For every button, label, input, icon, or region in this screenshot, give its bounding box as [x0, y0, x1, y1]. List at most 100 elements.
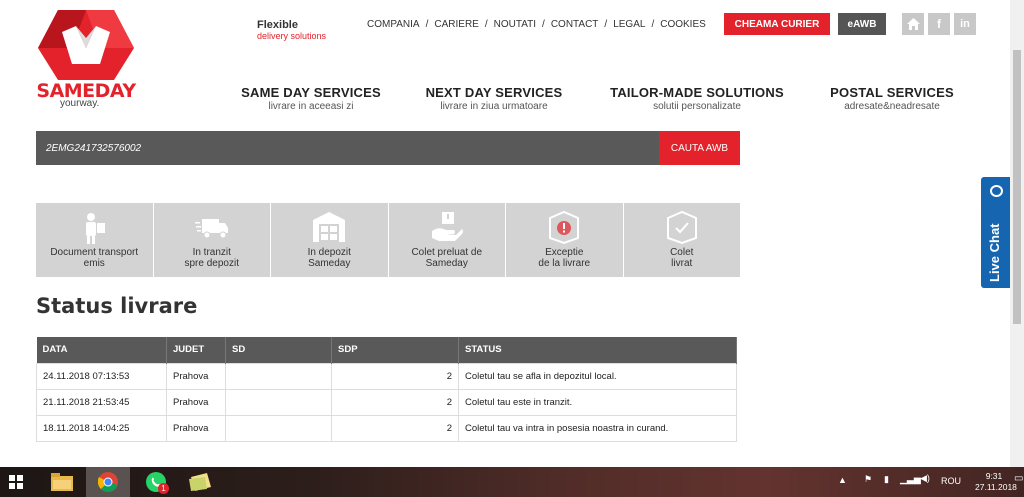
- nav-title: TAILOR-MADE SOLUTIONS: [610, 85, 784, 100]
- box-exception-icon: [549, 210, 580, 245]
- nav-title: POSTAL SERVICES: [830, 85, 954, 100]
- notes-app-icon[interactable]: [182, 467, 218, 497]
- status-title: Status livrare: [36, 294, 198, 318]
- nav-next-day[interactable]: NEXT DAY SERVICES livrare in ziua urmato…: [420, 85, 568, 112]
- nav-title: NEXT DAY SERVICES: [425, 85, 563, 100]
- signal-icon[interactable]: ▁▃▅: [900, 474, 921, 485]
- topnav-cariere[interactable]: CARIERE: [434, 19, 478, 30]
- separator: /: [604, 19, 608, 30]
- step-in-warehouse: In depozit Sameday: [271, 203, 388, 277]
- topnav-contact[interactable]: CONTACT: [551, 19, 599, 30]
- col-data: DATA: [36, 337, 167, 363]
- topnav-noutati[interactable]: NOUTATI: [494, 19, 536, 30]
- delivery-truck-icon: [194, 219, 228, 239]
- separator: /: [484, 19, 488, 30]
- cell-county: Prahova: [166, 388, 226, 416]
- topnav-legal[interactable]: LEGAL: [613, 19, 645, 30]
- clock[interactable]: 9:31 27.11.2018: [975, 471, 1017, 493]
- col-sd: SD: [225, 337, 332, 363]
- whatsapp-icon[interactable]: 1: [138, 467, 174, 497]
- hand-package-icon: [431, 212, 463, 241]
- page-scrollbar[interactable]: [1010, 0, 1024, 467]
- step-label: Document transport emis: [50, 247, 139, 269]
- step-document-issued: Document transport emis: [36, 203, 153, 277]
- nav-same-day[interactable]: SAME DAY SERVICES livrare in aceeasi zi: [237, 85, 385, 112]
- nav-subtitle: livrare in aceeasi zi: [268, 101, 354, 112]
- status-table: DATA JUDET SD SDP STATUS 24.11.2018 07:1…: [36, 337, 737, 442]
- step-label: In tranzit spre depozit: [184, 247, 239, 269]
- facebook-icon[interactable]: f: [928, 13, 950, 35]
- nav-subtitle: adresate&neadresate: [844, 101, 940, 112]
- tracking-steps: Document transport emis In tranzit spre …: [36, 203, 740, 277]
- top-nav: COMPANIA / CARIERE / NOUTATI / CONTACT / LEG…: [367, 19, 706, 30]
- separator: /: [542, 19, 545, 30]
- table-row: 24.11.2018 07:13:53 Prahova 2 Coletul ta…: [36, 362, 737, 390]
- step-label: Exceptie de la livrare: [538, 247, 591, 269]
- step-package-picked-up: Colet preluat de Sameday: [388, 203, 505, 277]
- tagline: Flexible delivery solutions: [257, 19, 326, 41]
- cell-sdp: 2: [331, 414, 459, 442]
- box-check-icon: [666, 210, 697, 245]
- cell-sdp: 2: [331, 362, 459, 390]
- cell-sd: [225, 362, 332, 390]
- table-row: 18.11.2018 14:04:25 Prahova 2 Coletul ta…: [36, 414, 737, 442]
- cell-sdp: 2: [331, 388, 459, 416]
- notifications-icon[interactable]: ▭: [1014, 473, 1023, 484]
- cell-status: Coletul tau se afla in depozitul local.: [458, 362, 737, 390]
- step-in-transit: In tranzit spre depozit: [153, 203, 270, 277]
- table-row: 21.11.2018 21:53:45 Prahova 2 Coletul ta…: [36, 388, 737, 416]
- step-label: In depozit Sameday: [307, 247, 351, 269]
- topnav-compania[interactable]: COMPANIA: [367, 19, 420, 30]
- start-icon[interactable]: [0, 467, 32, 497]
- cell-county: Prahova: [166, 362, 226, 390]
- battery-icon[interactable]: ▮: [884, 474, 889, 485]
- tagline-main: Flexible: [257, 19, 298, 31]
- step-label: Colet livrat: [670, 247, 694, 269]
- table-header-row: DATA JUDET SD SDP STATUS: [36, 337, 737, 363]
- language-indicator[interactable]: ROU: [941, 476, 961, 486]
- step-label: Colet preluat de Sameday: [411, 247, 483, 269]
- nav-subtitle: solutii personalizate: [653, 101, 741, 112]
- separator: /: [425, 19, 429, 30]
- logo-subtitle: yourway.: [60, 98, 100, 109]
- nav-title: SAME DAY SERVICES: [241, 85, 381, 100]
- page: SAMEDAY yourway. Flexible delivery solut…: [0, 0, 1024, 497]
- file-explorer-icon[interactable]: [44, 467, 80, 497]
- linkedin-icon[interactable]: in: [954, 13, 976, 35]
- search-awb-button[interactable]: CAUTA AWB: [659, 131, 740, 165]
- cell-county: Prahova: [166, 414, 226, 442]
- flag-icon[interactable]: ⚑: [864, 474, 872, 485]
- step-delivery-exception: Exceptie de la livrare: [506, 203, 623, 277]
- cell-date: 18.11.2018 14:04:25: [36, 414, 167, 442]
- cell-date: 24.11.2018 07:13:53: [36, 362, 167, 390]
- chat-bubble-icon: [990, 185, 1003, 197]
- person-document-icon: [86, 213, 106, 244]
- scrollbar-thumb[interactable]: [1013, 50, 1021, 324]
- cell-status: Coletul tau va intra in posesia noastra …: [458, 414, 737, 442]
- cell-status: Coletul tau este in tranzit.: [458, 388, 737, 416]
- cell-date: 21.11.2018 21:53:45: [36, 388, 167, 416]
- nav-subtitle: livrare in ziua urmatoare: [440, 101, 548, 112]
- col-judet: JUDET: [166, 337, 226, 363]
- separator: /: [651, 19, 655, 30]
- topnav-cookies[interactable]: COOKIES: [660, 19, 706, 30]
- cell-sd: [225, 414, 332, 442]
- awb-search-input[interactable]: 2EMG241732576002: [36, 131, 659, 165]
- step-delivered: Colet livrat: [623, 203, 740, 277]
- tagline-sub: delivery solutions: [257, 31, 327, 41]
- nav-tailor-made[interactable]: TAILOR-MADE SOLUTIONS solutii personaliz…: [601, 85, 793, 112]
- chrome-icon[interactable]: [86, 467, 130, 497]
- volume-icon[interactable]: ◀): [920, 473, 930, 484]
- eawb-button[interactable]: eAWB: [838, 13, 886, 35]
- show-hidden-icons[interactable]: ▲: [838, 475, 847, 485]
- nav-postal[interactable]: POSTAL SERVICES adresate&neadresate: [826, 85, 958, 112]
- call-courier-button[interactable]: CHEAMA CURIER: [724, 13, 830, 35]
- col-sdp: SDP: [331, 337, 459, 363]
- live-chat-button[interactable]: Live Chat: [981, 177, 1011, 288]
- col-status: STATUS: [458, 337, 737, 363]
- home-icon[interactable]: [902, 13, 924, 35]
- live-chat-label: Live Chat: [987, 223, 1002, 282]
- clock-time: 9:31: [985, 471, 1003, 481]
- notification-badge: 1: [158, 483, 169, 494]
- cell-sd: [225, 388, 332, 416]
